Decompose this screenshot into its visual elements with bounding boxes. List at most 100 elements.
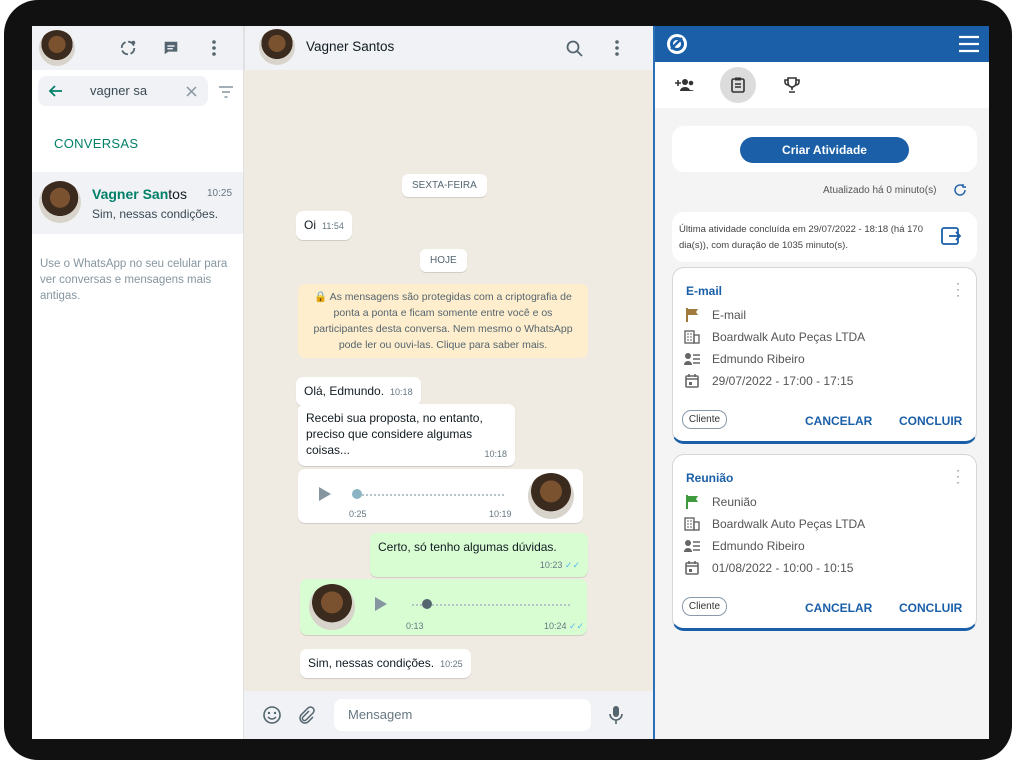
message-time: 11:54 bbox=[322, 221, 344, 231]
activity-date: 01/08/2022 - 10:00 - 10:15 bbox=[712, 561, 854, 575]
search-input[interactable] bbox=[90, 83, 170, 98]
export-icon[interactable] bbox=[939, 224, 963, 248]
microphone-icon[interactable] bbox=[604, 703, 628, 727]
outgoing-message: Certo, só tenho algumas dúvidas. 10:23 ✓… bbox=[370, 533, 588, 577]
filter-icon[interactable] bbox=[216, 82, 236, 102]
chat-list-item[interactable]: Vagner Santos 10:25 Sim, nessas condiçõe… bbox=[32, 172, 243, 234]
conversation-header[interactable]: Vagner Santos bbox=[244, 26, 653, 70]
message-time: 10:23 ✓✓ bbox=[539, 560, 580, 570]
more-options-icon[interactable]: · · · bbox=[956, 464, 960, 488]
outgoing-audio-message: 0:13 10:24 ✓✓ bbox=[300, 579, 587, 635]
audio-waveform[interactable] bbox=[354, 494, 504, 496]
chat-item-time: 10:25 bbox=[207, 188, 233, 199]
contact-name: Vagner Santos bbox=[306, 39, 395, 54]
contact-row: Edmundo Ribeiro bbox=[684, 539, 805, 553]
building-icon bbox=[684, 517, 700, 531]
client-chip[interactable]: Cliente bbox=[682, 597, 727, 616]
tab-activities[interactable] bbox=[720, 67, 756, 103]
activity-type-row: Reunião bbox=[684, 495, 757, 509]
incoming-message: Oi 11:54 bbox=[296, 211, 352, 240]
contact-row: Edmundo Ribeiro bbox=[684, 352, 805, 366]
contact-avatar bbox=[39, 181, 81, 223]
client-chip[interactable]: Cliente bbox=[682, 410, 727, 429]
menu-icon[interactable] bbox=[202, 36, 226, 60]
contact-icon bbox=[684, 352, 700, 366]
complete-button[interactable]: CONCLUIR bbox=[899, 601, 962, 615]
audio-duration: 0:13 bbox=[406, 621, 424, 631]
complete-button[interactable]: CONCLUIR bbox=[899, 414, 962, 428]
chat-item-preview: Sim, nessas condições. bbox=[92, 207, 219, 221]
crm-header bbox=[655, 26, 989, 62]
search-icon[interactable] bbox=[562, 36, 586, 60]
activity-type: Reunião bbox=[712, 495, 757, 509]
chat-list-panel: CONVERSAS Vagner Santos 10:25 Sim, nessa… bbox=[32, 26, 244, 739]
date-row: 01/08/2022 - 10:00 - 10:15 bbox=[684, 561, 853, 575]
read-ticks-icon: ✓✓ bbox=[564, 560, 580, 570]
trophy-icon[interactable] bbox=[780, 73, 804, 97]
message-time: 10:18 bbox=[390, 387, 413, 397]
conversation-panel: Vagner Santos SEXTA-FEIRA Oi 11:54 HOJE 🔒… bbox=[244, 26, 653, 739]
play-icon[interactable] bbox=[370, 593, 392, 615]
search-box bbox=[38, 76, 208, 106]
chat-item-name: Vagner Santos bbox=[92, 186, 187, 202]
activity-type-row: E-mail bbox=[684, 308, 746, 322]
company-row: Boardwalk Auto Peças LTDA bbox=[684, 330, 865, 344]
screen: CONVERSAS Vagner Santos 10:25 Sim, nessa… bbox=[32, 26, 989, 739]
back-arrow-icon[interactable] bbox=[46, 81, 66, 101]
sender-avatar bbox=[528, 473, 574, 519]
encryption-notice[interactable]: 🔒 As mensagens são protegidas com a crip… bbox=[298, 284, 588, 358]
history-note: Use o WhatsApp no seu celular para ver c… bbox=[40, 258, 228, 302]
contact-icon bbox=[684, 539, 700, 553]
activity-date: 29/07/2022 - 17:00 - 17:15 bbox=[712, 374, 854, 388]
flag-icon bbox=[684, 308, 700, 322]
message-text: Sim, nessas condições. bbox=[308, 656, 435, 670]
section-label: CONVERSAS bbox=[54, 136, 139, 151]
composer-bar: Mensagem bbox=[244, 691, 653, 739]
message-text: Olá, Edmundo. bbox=[304, 384, 385, 398]
crm-logo-icon bbox=[665, 32, 689, 56]
company-name: Boardwalk Auto Peças LTDA bbox=[712, 330, 866, 344]
audio-progress-dot[interactable] bbox=[352, 489, 362, 499]
audio-waveform[interactable] bbox=[412, 604, 570, 606]
add-contact-icon[interactable] bbox=[672, 73, 696, 97]
create-activity-button[interactable]: Criar Atividade bbox=[740, 137, 909, 163]
message-input[interactable]: Mensagem bbox=[334, 699, 591, 731]
building-icon bbox=[684, 330, 700, 344]
audio-time: 10:24 ✓✓ bbox=[544, 621, 585, 631]
refresh-icon[interactable] bbox=[951, 181, 969, 199]
message-text: Oi bbox=[304, 218, 316, 232]
incoming-message: Recebi sua proposta, no entanto, preciso… bbox=[298, 404, 515, 466]
play-icon[interactable] bbox=[314, 483, 336, 505]
incoming-audio-message: 0:25 10:19 bbox=[298, 469, 583, 523]
last-activity-text: Última atividade concluída em 29/07/2022… bbox=[679, 224, 923, 251]
activity-title: Reunião bbox=[686, 471, 734, 485]
message-text: Certo, só tenho algumas dúvidas. bbox=[378, 540, 557, 554]
cancel-button[interactable]: CANCELAR bbox=[805, 601, 872, 615]
status-icon[interactable] bbox=[116, 36, 140, 60]
attach-icon[interactable] bbox=[294, 703, 318, 727]
more-options-icon[interactable]: · · · bbox=[956, 277, 960, 301]
activity-card: Reunião · · · Reunião Boardwalk Auto Peças… bbox=[672, 454, 977, 631]
message-time: 10:25 bbox=[440, 659, 463, 669]
hamburger-menu-icon[interactable] bbox=[955, 30, 983, 58]
audio-progress-dot[interactable] bbox=[422, 599, 432, 609]
activity-card: E-mail · · · E-mail Boardwalk Auto Peças L… bbox=[672, 267, 977, 444]
message-time: 10:18 bbox=[484, 449, 507, 459]
my-avatar[interactable] bbox=[39, 30, 75, 66]
sender-avatar bbox=[309, 584, 355, 630]
clear-search-icon[interactable] bbox=[182, 82, 200, 100]
date-separator: HOJE bbox=[420, 249, 467, 272]
contact-name: Edmundo Ribeiro bbox=[712, 352, 805, 366]
contact-avatar[interactable] bbox=[259, 29, 295, 65]
menu-icon[interactable] bbox=[605, 36, 629, 60]
cancel-button[interactable]: CANCELAR bbox=[805, 414, 872, 428]
flag-icon bbox=[684, 495, 700, 509]
crm-tab-bar bbox=[655, 62, 989, 108]
clipboard-icon bbox=[731, 77, 745, 93]
calendar-icon bbox=[684, 374, 700, 388]
activity-title: E-mail bbox=[686, 284, 723, 298]
emoji-icon[interactable] bbox=[260, 703, 284, 727]
audio-duration: 0:25 bbox=[349, 509, 367, 519]
new-chat-icon[interactable] bbox=[159, 36, 183, 60]
company-row: Boardwalk Auto Peças LTDA bbox=[684, 517, 865, 531]
